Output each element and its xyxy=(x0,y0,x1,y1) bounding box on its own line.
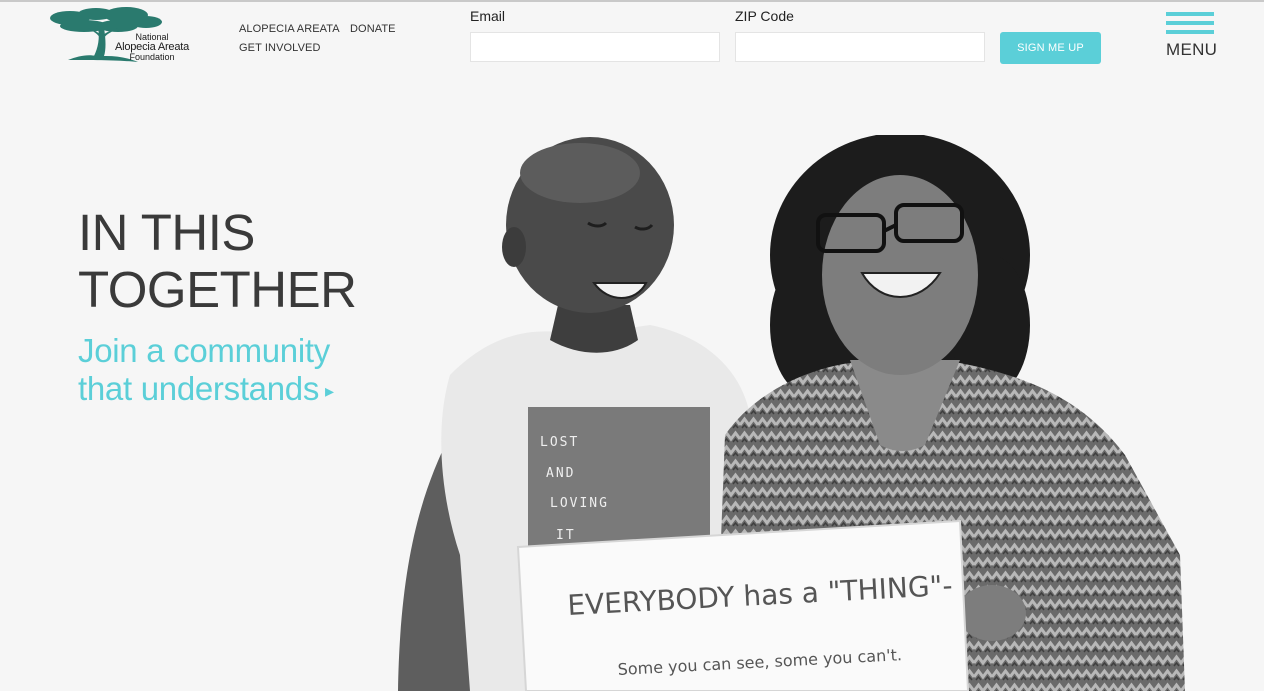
sign: EVERYBODY has a "THING"- Some you can se… xyxy=(516,519,970,691)
nav-get-involved[interactable]: GET INVOLVED xyxy=(239,42,320,54)
nav-alopecia-areata[interactable]: ALOPECIA AREATA xyxy=(239,23,340,35)
join-community-link[interactable]: Join a community that understands ▸ xyxy=(78,332,408,410)
menu-button[interactable]: MENU xyxy=(1164,12,1218,60)
top-divider xyxy=(0,0,1264,2)
menu-label: MENU xyxy=(1166,40,1218,59)
logo-line-2: Alopecia Areata xyxy=(114,41,190,53)
shirt-text-line-3: LOVING xyxy=(550,496,609,511)
email-label: Email xyxy=(470,8,506,24)
shirt-text-line-4: IT xyxy=(556,528,576,543)
logo-wordmark: National Alopecia Areata Foundation xyxy=(112,32,192,62)
play-arrow-icon: ▸ xyxy=(325,381,334,402)
shirt-text-line-1: LOST xyxy=(540,435,579,450)
headline-line-1: IN THIS xyxy=(78,204,255,261)
sign-me-up-button[interactable]: SIGN ME UP xyxy=(1000,32,1101,64)
hero-headline: IN THIS TOGETHER xyxy=(78,204,408,318)
zip-code-field[interactable] xyxy=(735,32,985,62)
email-field[interactable] xyxy=(470,32,720,62)
page: National Alopecia Areata Foundation ALOP… xyxy=(0,0,1264,691)
hero-photo: LOST AND LOVING IT EVERYBODY has a "THIN… xyxy=(398,135,1185,691)
headline-line-2: TOGETHER xyxy=(78,261,357,318)
cta-line-1: Join a community xyxy=(78,332,330,369)
foundation-logo[interactable]: National Alopecia Areata Foundation xyxy=(48,4,198,68)
zip-code-label: ZIP Code xyxy=(735,8,794,24)
nav-donate[interactable]: DONATE xyxy=(350,23,396,35)
shirt-text-line-2: AND xyxy=(546,466,575,481)
logo-line-3: Foundation xyxy=(129,52,175,62)
cta-line-2: that understands xyxy=(78,370,320,407)
